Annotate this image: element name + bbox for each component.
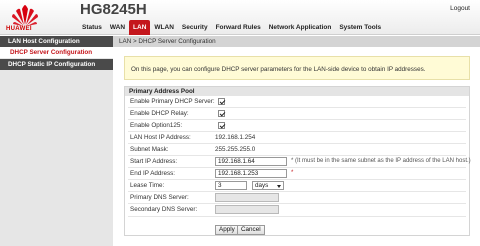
lease-time-input[interactable]: 3 xyxy=(215,181,247,190)
end-ip-input[interactable]: 192.168.1.253 xyxy=(215,169,287,178)
enable-primary-dhcp-label: Enable Primary DHCP Server: xyxy=(130,98,215,105)
secondary-dns-input[interactable] xyxy=(215,205,279,214)
row-enable-dhcp-relay: Enable DHCP Relay: xyxy=(125,108,469,119)
lan-host-ip-label: LAN Host IP Address: xyxy=(130,134,191,141)
nav-security[interactable]: Security xyxy=(178,21,212,34)
row-start-ip: Start IP Address: 192.168.1.64 * (It mus… xyxy=(125,156,471,167)
top-header: HUAWEI HG8245H Logout Status WAN LAN WLA… xyxy=(0,0,480,35)
sidebar-item-dhcp-server-configuration[interactable]: DHCP Server Configuration xyxy=(0,47,113,58)
nav-forward-rules[interactable]: Forward Rules xyxy=(212,21,265,34)
divider xyxy=(128,216,466,217)
enable-dhcp-relay-checkbox[interactable] xyxy=(218,110,225,117)
lease-unit-value: days xyxy=(255,182,269,189)
logout-link[interactable]: Logout xyxy=(450,5,470,12)
brand-name: HUAWEI xyxy=(6,26,32,32)
sidebar-item-dhcp-static-ip-configuration[interactable]: DHCP Static IP Configuration xyxy=(0,59,113,70)
row-primary-dns: Primary DNS Server: xyxy=(125,192,469,203)
lease-time-label: Lease Time: xyxy=(130,182,165,189)
row-enable-option125: Enable Option125: xyxy=(125,120,469,131)
row-end-ip: End IP Address: 192.168.1.253 * xyxy=(125,168,469,179)
apply-button[interactable]: Apply xyxy=(215,225,239,235)
row-lease-time: Lease Time: 3 days xyxy=(125,180,469,191)
enable-option125-checkbox[interactable] xyxy=(218,122,225,129)
nav-status[interactable]: Status xyxy=(78,21,106,34)
info-notice: On this page, you can configure DHCP ser… xyxy=(124,56,470,80)
start-ip-hint: * (It must be in the same subnet as the … xyxy=(291,158,471,164)
device-model: HG8245H xyxy=(80,1,147,18)
row-secondary-dns: Secondary DNS Server: xyxy=(125,204,469,215)
primary-dns-input[interactable] xyxy=(215,193,279,202)
end-ip-label: End IP Address: xyxy=(130,170,176,177)
primary-dns-label: Primary DNS Server: xyxy=(130,194,189,201)
chevron-down-icon xyxy=(277,185,281,188)
pool-title: Primary Address Pool xyxy=(125,87,469,96)
sidebar: LAN Host Configuration DHCP Server Confi… xyxy=(0,36,113,246)
subnet-mask-value: 255.255.255.0 xyxy=(215,146,256,153)
lease-unit-select[interactable]: days xyxy=(252,181,284,190)
breadcrumb: LAN > DHCP Server Configuration xyxy=(113,36,480,47)
cancel-button[interactable]: Cancel xyxy=(237,225,265,235)
row-lan-host-ip: LAN Host IP Address: 192.168.1.254 xyxy=(125,132,469,143)
primary-address-pool-panel: Primary Address Pool Enable Primary DHCP… xyxy=(124,86,471,236)
end-ip-required-mark: * xyxy=(291,170,294,176)
row-subnet-mask: Subnet Mask: 255.255.255.0 xyxy=(125,144,469,155)
nav-system-tools[interactable]: System Tools xyxy=(335,21,385,34)
enable-primary-dhcp-checkbox[interactable] xyxy=(218,98,225,105)
sidebar-item-lan-host-configuration[interactable]: LAN Host Configuration xyxy=(0,36,113,47)
row-enable-primary-dhcp: Enable Primary DHCP Server: xyxy=(125,96,469,107)
start-ip-input[interactable]: 192.168.1.64 xyxy=(215,157,287,166)
start-ip-label: Start IP Address: xyxy=(130,158,178,165)
nav-wan[interactable]: WAN xyxy=(106,21,129,34)
nav-wlan[interactable]: WLAN xyxy=(150,21,178,34)
enable-dhcp-relay-label: Enable DHCP Relay: xyxy=(130,110,189,117)
secondary-dns-label: Secondary DNS Server: xyxy=(130,206,198,213)
top-navigation: Status WAN LAN WLAN Security Forward Rul… xyxy=(78,20,385,35)
enable-option125-label: Enable Option125: xyxy=(130,122,183,129)
nav-network-application[interactable]: Network Application xyxy=(265,21,336,34)
subnet-mask-label: Subnet Mask: xyxy=(130,146,169,153)
lan-host-ip-value: 192.168.1.254 xyxy=(215,134,256,141)
nav-lan[interactable]: LAN xyxy=(129,20,151,35)
